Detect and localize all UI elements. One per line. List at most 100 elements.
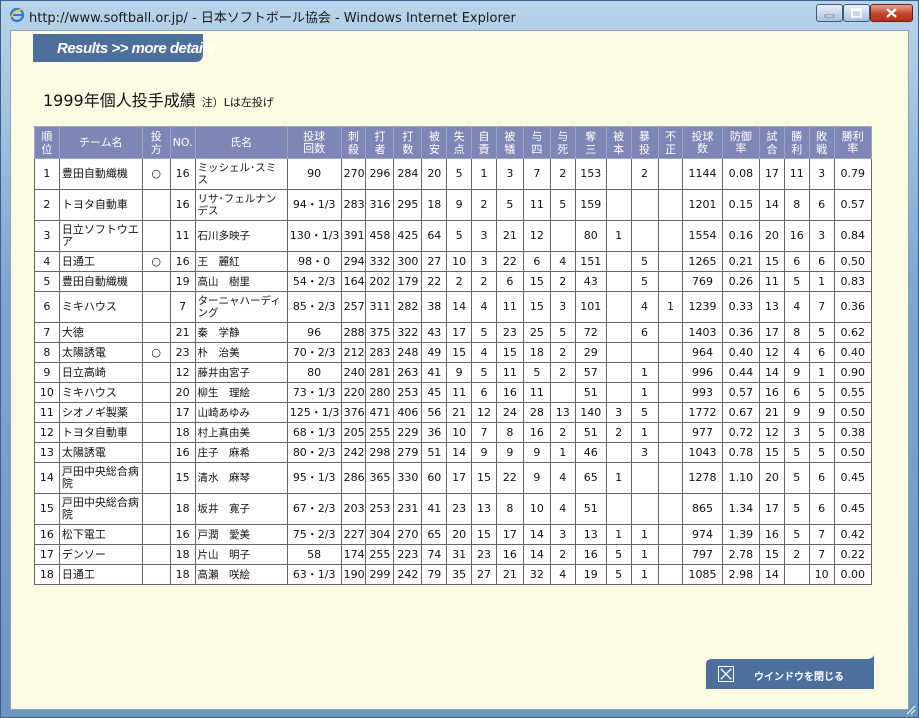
rank-cell: 13 (34, 442, 60, 463)
stat-cell: 0.62 (833, 322, 873, 343)
minimize-button[interactable] (816, 4, 843, 22)
stat-cell: 0.90 (833, 362, 873, 383)
table-row: 18 日通工 18 高瀬 咲絵 63・1/3 190 299 242 79 35 27 21 32 4 19… (34, 564, 873, 585)
player-name-cell: 高山 樹里 (194, 271, 288, 292)
close-window-link-button[interactable]: ウインドウを閉じる (706, 654, 874, 689)
pitch-hand-cell (141, 462, 171, 494)
stat-cell: 51 (574, 493, 607, 525)
pitch-hand-cell (141, 220, 171, 252)
stat-cell: 45 (421, 382, 448, 403)
player-name-cell: 村上真由美 (194, 422, 288, 443)
stat-cell: 11 (759, 271, 785, 292)
maximize-button[interactable] (843, 4, 870, 22)
column-header: 奪三 (574, 126, 607, 159)
table-row: 12 トヨタ自動車 18 村上真由美 68・1/3 205 255 229 36 10 7 8 16 2 5… (34, 422, 873, 443)
stat-cell: 284 (393, 158, 423, 190)
stat-cell: 1144 (682, 158, 723, 190)
player-name-cell: リサ･フェルナンデス (194, 189, 288, 221)
stat-cell: 31 (446, 544, 473, 565)
stat-cell: 280 (365, 382, 395, 403)
column-header-label: 刺殺 (348, 129, 360, 156)
rank-cell: 7 (34, 322, 60, 343)
stat-cell: 14 (446, 442, 473, 463)
table-row: 8 太陽誘電 ○ 23 朴 治美 70・2/3 212 283 248 49 15 4 15 18 2 29 9… (34, 342, 873, 363)
team-name-cell: シオノギ製薬 (58, 402, 143, 423)
close-window-button[interactable] (870, 4, 913, 22)
stat-cell: 406 (393, 402, 423, 423)
stat-cell: 316 (365, 189, 395, 221)
stat-cell: 2 (549, 362, 576, 383)
stat-cell: 4 (471, 291, 497, 323)
stat-cell: 13 (549, 402, 576, 423)
stat-cell: 15 (495, 342, 524, 363)
stat-cell: 15 (759, 251, 785, 272)
stat-cell: 300 (393, 251, 423, 272)
stat-cell: 0.40 (833, 342, 873, 363)
player-name-cell: 片山 明子 (194, 544, 288, 565)
stat-cell: 3 (549, 291, 576, 323)
stat-cell (657, 271, 684, 292)
stat-cell: 9 (446, 362, 473, 383)
stat-cell: 65 (574, 462, 607, 494)
stat-cell: 231 (393, 493, 423, 525)
column-header: 防御率 (721, 126, 761, 159)
stat-cell: 6 (808, 189, 835, 221)
column-header: 氏名 (194, 126, 288, 159)
rank-cell: 18 (34, 564, 60, 585)
resize-grip-icon[interactable] (904, 703, 916, 715)
stat-cell: 1554 (682, 220, 723, 252)
stat-cell: 15 (522, 271, 551, 292)
stat-cell: 3 (549, 524, 576, 545)
stat-cell: 0.44 (721, 362, 761, 383)
stat-cell: 5 (630, 402, 659, 423)
stat-cell: 5 (605, 544, 632, 565)
uniform-number-cell: 18 (169, 564, 196, 585)
column-header: 順位 (34, 126, 60, 159)
column-header-label: 与四 (531, 129, 543, 156)
stat-cell: 49 (421, 342, 448, 363)
stat-cell: 29 (574, 342, 607, 363)
stat-cell (657, 251, 684, 272)
stat-cell: 2 (549, 342, 576, 363)
table-row: 16 松下電工 16 戸潤 愛美 75・2/3 227 304 270 65 20 15 17 14 3 1… (34, 524, 873, 545)
stat-cell: 286 (340, 462, 367, 494)
page-content: Results >> more details 1999年個人投手成績 注）Lは左… (10, 30, 909, 710)
rank-cell: 14 (34, 462, 60, 494)
uniform-number-cell: 11 (169, 220, 196, 252)
stat-cell: 5 (783, 524, 810, 545)
table-header-row: 順位 チーム名 投方 NO. 氏名 投球回数 刺殺 打者 打数 被安 失点 自責 被犠 与四 与死 奪三 被本暴… (34, 126, 873, 159)
column-header-label: 自責 (478, 129, 490, 156)
column-header-label: 試合 (766, 129, 778, 156)
rank-cell: 12 (34, 422, 60, 443)
stat-cell: 311 (365, 291, 395, 323)
stat-cell (783, 564, 810, 585)
column-header: 被犠 (495, 126, 524, 159)
pitch-hand-cell (141, 564, 171, 585)
stat-cell: 164 (340, 271, 367, 292)
stat-cell: 6 (808, 342, 835, 363)
table-row: 10 ミキハウス 20 柳生 理絵 73・1/3 220 280 253 45 11 6 16 11 51… (34, 382, 873, 403)
player-name-cell: 朴 治美 (194, 342, 288, 363)
table-row: 11 シオノギ製薬 17 山崎あゆみ 125・1/3 376 471 406 56 21 12 24 2… (34, 402, 873, 423)
stat-cell: 16 (574, 544, 607, 565)
stat-cell: 17 (446, 462, 473, 494)
stat-cell: 5 (783, 493, 810, 525)
stat-cell: 3 (605, 402, 632, 423)
stat-cell: 18 (421, 189, 448, 221)
stat-cell: 1278 (682, 462, 723, 494)
column-header-label: 被安 (428, 129, 440, 156)
player-name-cell: 石川多映子 (194, 220, 288, 252)
stat-cell: 255 (365, 422, 395, 443)
title-bar[interactable]: http://www.softball.or.jp/ - 日本ソフトボール協会 … (1, 1, 918, 29)
innings-cell: 68・1/3 (286, 422, 342, 443)
stat-cell: 3 (808, 220, 835, 252)
stat-cell: 2 (446, 271, 473, 292)
stat-cell: 17 (495, 524, 524, 545)
stat-cell: 9 (446, 189, 473, 221)
stat-cell (657, 402, 684, 423)
stat-cell (657, 220, 684, 252)
column-header: 与四 (522, 126, 551, 159)
innings-cell: 130・1/3 (286, 220, 342, 252)
stat-cell: 25 (522, 322, 551, 343)
innings-cell: 80 (286, 362, 342, 383)
